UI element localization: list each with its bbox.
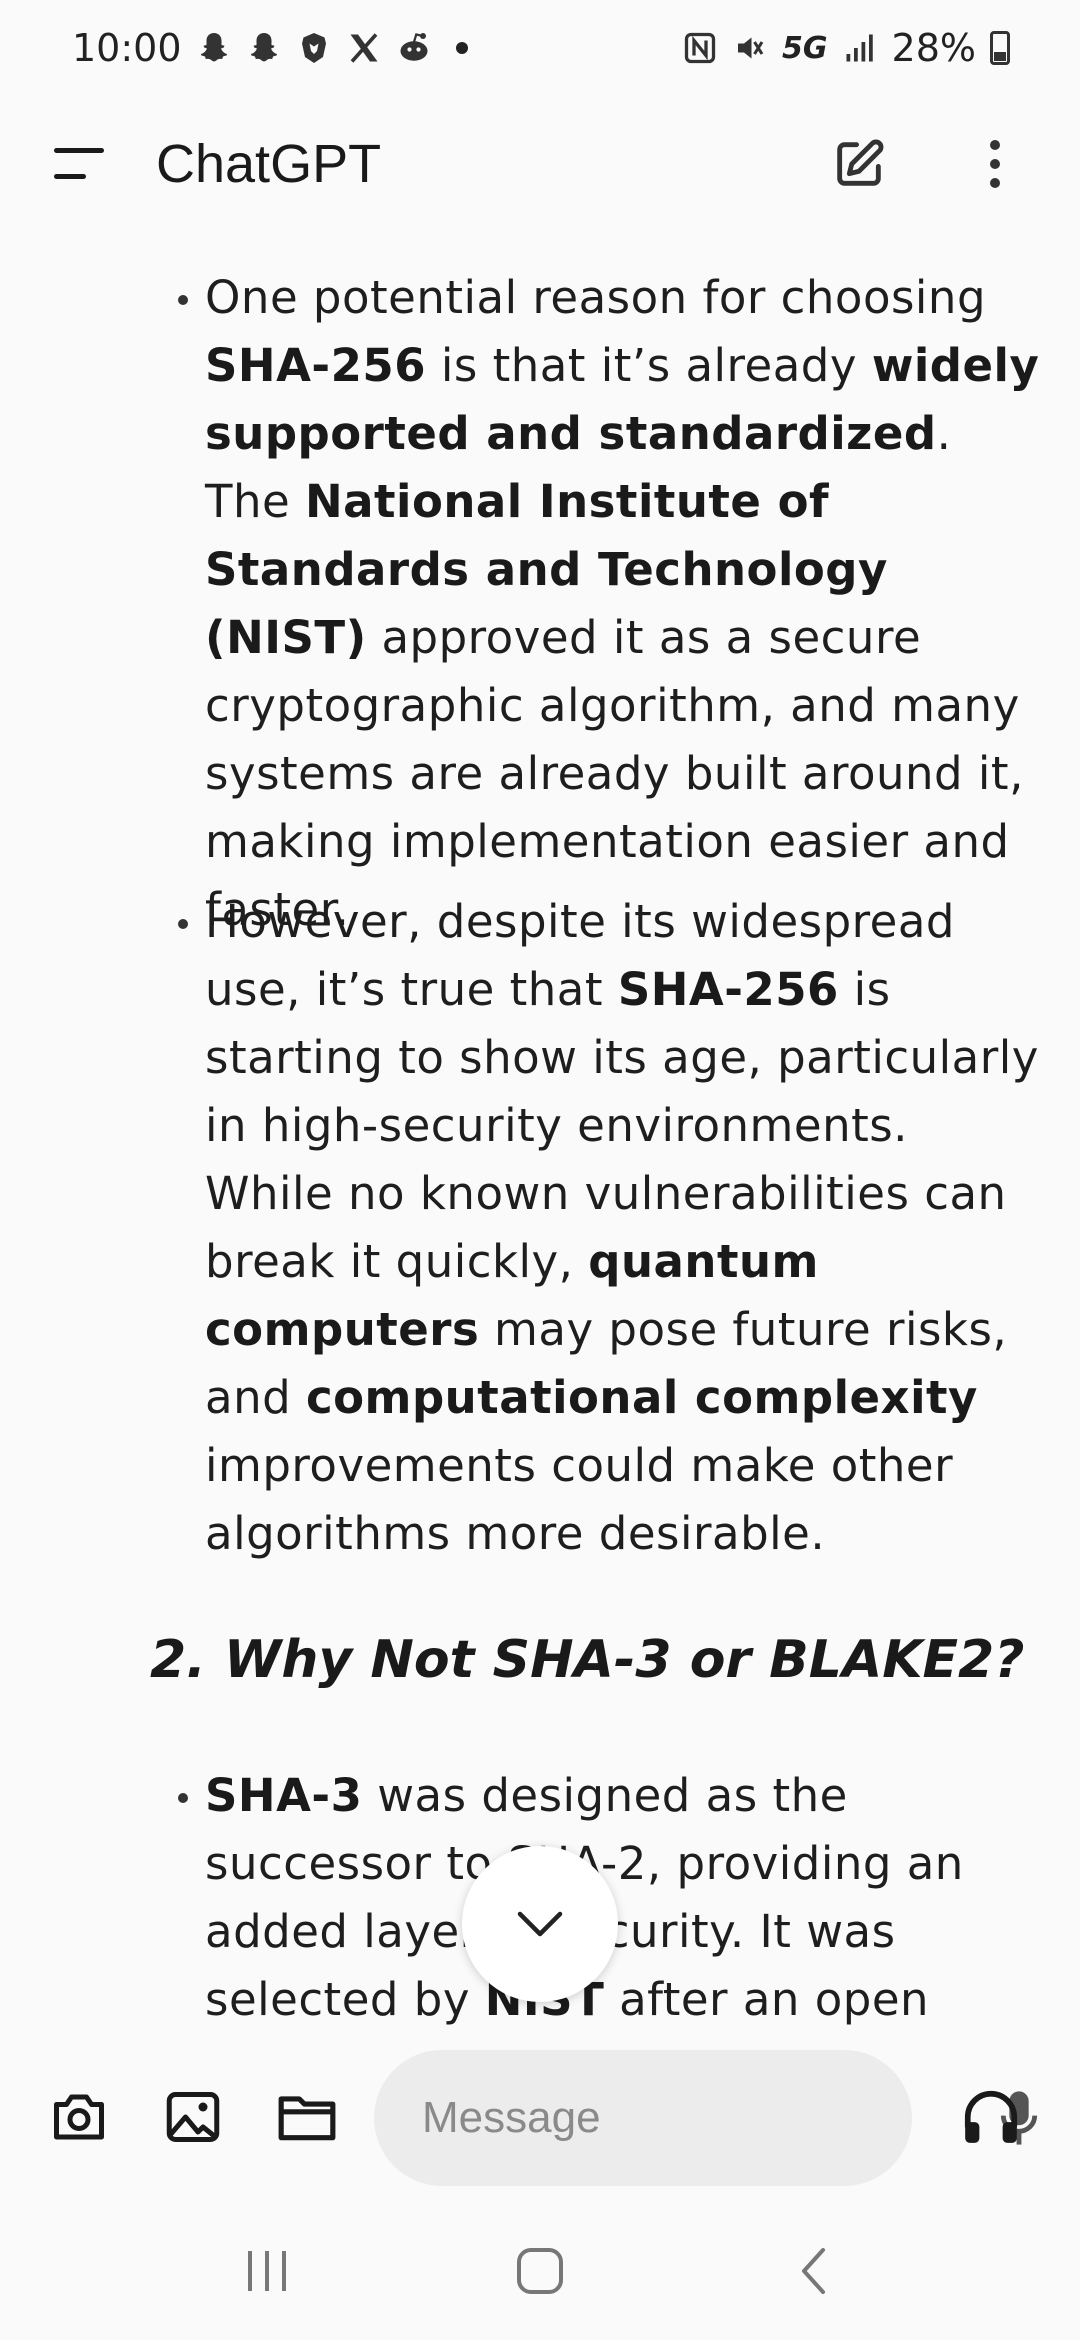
more-notifications-dot (455, 42, 468, 54)
recent-apps-icon (247, 2251, 286, 2291)
bold-text: computational complexity (305, 1371, 978, 1424)
new-chat-button[interactable] (814, 119, 904, 209)
menu-icon (54, 148, 104, 179)
signal-icon (846, 34, 873, 62)
chat-content[interactable]: One potential reason for choosing SHA-25… (0, 232, 1080, 2032)
bold-text: SHA-256 (617, 963, 839, 1016)
bold-text: SHA-256 (205, 339, 427, 392)
status-bar: 10:00 5G 28% (0, 0, 1080, 96)
scroll-down-button[interactable] (462, 1846, 618, 2002)
image-button[interactable] (148, 2072, 238, 2162)
text-run: improvements could make other algorithms… (205, 1439, 954, 1560)
voice-mode-button[interactable] (946, 2072, 1036, 2162)
edit-icon (837, 139, 884, 186)
image-icon (166, 2092, 220, 2142)
home-icon (516, 2248, 563, 2294)
text-run: after an open (604, 1973, 930, 2026)
list-item: However, despite its widespread use, it’… (178, 888, 1040, 1568)
snapchat-notification-icon (200, 33, 227, 62)
back-button[interactable] (753, 2221, 873, 2321)
chevron-down-icon (517, 1911, 563, 1937)
message-box (374, 2050, 1038, 2186)
snapchat-notification-icon (250, 33, 277, 62)
status-left: 10:00 (72, 26, 468, 70)
list-item: SHA-3 was designed as the successor to S… (178, 1762, 1040, 2032)
more-vertical-icon (990, 140, 1000, 188)
camera-button[interactable] (34, 2072, 124, 2162)
home-button[interactable] (480, 2221, 600, 2321)
status-time: 10:00 (72, 26, 182, 70)
mute-icon (738, 37, 764, 59)
app-bar: ChatGPT (0, 96, 1080, 232)
brave-notification-icon (301, 33, 326, 63)
folder-icon (278, 2096, 336, 2141)
x-notification-icon (350, 33, 378, 63)
nfc-icon (684, 32, 716, 64)
text-run: is that it’s already (426, 339, 872, 392)
battery-icon (990, 31, 1010, 65)
more-options-button[interactable] (950, 119, 1040, 209)
camera-icon (54, 2094, 104, 2140)
section-heading: 2. Why Not SHA-3 or BLAKE2? (150, 1630, 1025, 1690)
network-type: 5G (782, 30, 828, 66)
back-icon (802, 2248, 826, 2294)
headphones-icon (964, 2090, 1018, 2143)
status-right: 5G 28% (682, 26, 1010, 70)
bold-text: SHA-3 (205, 1769, 363, 1822)
list-item: One potential reason for choosing SHA-25… (178, 264, 1040, 944)
battery-percent: 28% (891, 26, 976, 70)
menu-button[interactable] (40, 124, 120, 204)
text-run: One potential reason for choosing (205, 271, 987, 324)
recent-apps-button[interactable] (207, 2221, 327, 2321)
system-nav-bar (0, 2202, 1080, 2340)
folder-button[interactable] (262, 2072, 352, 2162)
composer-bar (0, 2032, 1080, 2202)
app-title: ChatGPT (156, 134, 382, 194)
message-input[interactable] (420, 2092, 999, 2144)
reddit-notification-icon (400, 33, 428, 61)
